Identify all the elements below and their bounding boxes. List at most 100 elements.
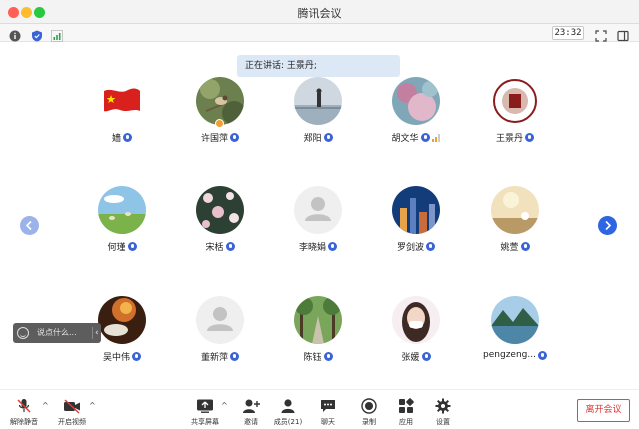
microphone-muted-icon [426,242,435,251]
chat-placeholder: 说点什么... [37,328,77,337]
mountain-avatar-icon [491,296,539,344]
participant-name-row: 宋栝 [165,240,275,253]
microphone-muted-icon [230,352,239,361]
participant-name-row: 罗剑波 [361,240,471,253]
participant-tile[interactable]: 姚萱 [460,186,570,276]
share-options-chevron-icon[interactable]: ^ [221,401,228,410]
chat-input[interactable]: 说点什么... ‹ [13,323,101,343]
settings-label: 设置 [436,418,450,426]
leave-meeting-button[interactable]: 离开会议 [577,399,630,422]
participant-name: 姚萱 [500,243,519,253]
participant-tile[interactable]: 董新萍 [165,296,275,386]
participant-name: 郑阳 [303,134,322,144]
participant-name-row: 何瑾 [67,240,177,253]
participant-tile[interactable]: 罗剑波 [361,186,471,276]
emoji-icon[interactable] [17,327,29,339]
participant-name-row: 张媛 [361,350,471,363]
microphone-muted-icon [123,133,132,142]
participant-tile[interactable]: 张媛 [361,296,471,386]
bird-avatar-icon [196,77,244,125]
settings-button[interactable]: 设置 [421,398,465,427]
meeting-info-bar: 23:32 [0,24,639,42]
participant-tile[interactable]: 郑阳 [263,77,373,167]
microphone-muted-icon [230,133,239,142]
shield-icon[interactable] [31,27,43,42]
participant-name-row: 陈钰 [263,350,373,363]
participant-tile[interactable]: 王景丹 [460,77,570,167]
chevron-left-icon [25,220,32,231]
active-speaker-banner: 正在讲话: 王景丹; [237,55,400,77]
participant-tile[interactable]: 李晓娟 [263,186,373,276]
participant-name: 陈钰 [303,353,322,363]
microphone-muted-icon [537,350,547,360]
chevron-right-icon [605,220,612,231]
window-title: 腾讯会议 [297,7,342,20]
start-video-button[interactable]: 开启视频 [50,398,94,427]
participant-name-row: 吴中伟 [67,350,177,363]
collapse-chat-icon[interactable]: ‹ [95,323,99,343]
default-avatar-icon [196,296,244,344]
microphone-muted-icon [132,352,141,361]
participant-tile[interactable]: 许国萍 [165,77,275,167]
flag-avatar-icon [98,77,146,125]
participant-tile[interactable]: 胡文华 [361,77,471,167]
members-label: 成员(21) [273,418,303,426]
invite-person-icon [242,398,260,414]
apps-grid-icon [397,398,415,414]
city-avatar-icon [392,186,440,234]
sidebar-toggle-icon[interactable] [617,27,629,42]
university-seal-avatar-icon [491,77,539,125]
participant-name-row: 姚萱 [460,240,570,253]
participant-name: 何瑾 [107,243,126,253]
share-screen-icon [196,398,214,414]
tree-avatar-icon [294,296,342,344]
previous-page-button[interactable] [20,216,39,235]
participant-name-row: pengzeng... [460,350,570,361]
microphone-muted-icon [520,242,530,251]
meeting-toolbar: 解除静音 ^ 开启视频 ^ 共享屏幕 ^ 邀请 成员(21) 聊天 录制 应用 … [0,389,639,429]
audio-level-icon [431,133,441,142]
gear-icon [434,398,452,414]
members-button[interactable]: 成员(21) [266,398,310,427]
participant-name: 罗剑波 [396,243,424,253]
person-avatar-icon [294,77,342,125]
participant-name-row: 郑阳 [263,131,373,144]
microphone-muted-icon [225,242,235,251]
participant-name: 嫱 [111,134,121,144]
microphone-muted-icon [323,352,333,361]
participant-name-row: 胡文华 [361,131,471,144]
host-badge [215,119,224,128]
chat-divider [92,327,93,339]
participant-name-row: 李晓娟 [263,240,373,253]
participant-tile[interactable]: 陈钰 [263,296,373,386]
chat-button[interactable]: 聊天 [306,398,350,427]
microphone-muted-icon [328,242,337,251]
participant-name: 许国萍 [200,134,228,144]
unmute-button[interactable]: 解除静音 [2,398,46,427]
person-avatar-icon [392,296,440,344]
share-screen-label: 共享屏幕 [191,418,219,426]
audio-options-chevron-icon[interactable]: ^ [42,401,49,410]
sunset-avatar-icon [491,186,539,234]
video-options-chevron-icon[interactable]: ^ [89,401,96,410]
microphone-muted-icon [525,133,534,142]
participant-name: 吴中伟 [102,353,130,363]
next-page-button[interactable] [598,216,617,235]
participant-name-row: 王景丹 [460,131,570,144]
network-signal-icon[interactable] [51,27,63,42]
participant-tile[interactable]: 嫱 [67,77,177,167]
camera-off-icon [63,398,81,414]
participant-name-row: 嫱 [67,131,177,144]
participant-name: 董新萍 [200,353,228,363]
participant-name: 胡文华 [391,134,419,144]
chat-bubble-icon [319,398,337,414]
microphone-muted-icon [15,398,33,414]
blossom-avatar-icon [196,186,244,234]
info-icon[interactable] [9,27,21,42]
participant-tile[interactable]: 宋栝 [165,186,275,276]
participant-tile[interactable]: 何瑾 [67,186,177,276]
participant-tile[interactable]: pengzeng... [460,296,570,386]
participant-name-row: 许国萍 [165,131,275,144]
fullscreen-icon[interactable] [595,27,607,42]
unmute-label: 解除静音 [10,418,38,426]
